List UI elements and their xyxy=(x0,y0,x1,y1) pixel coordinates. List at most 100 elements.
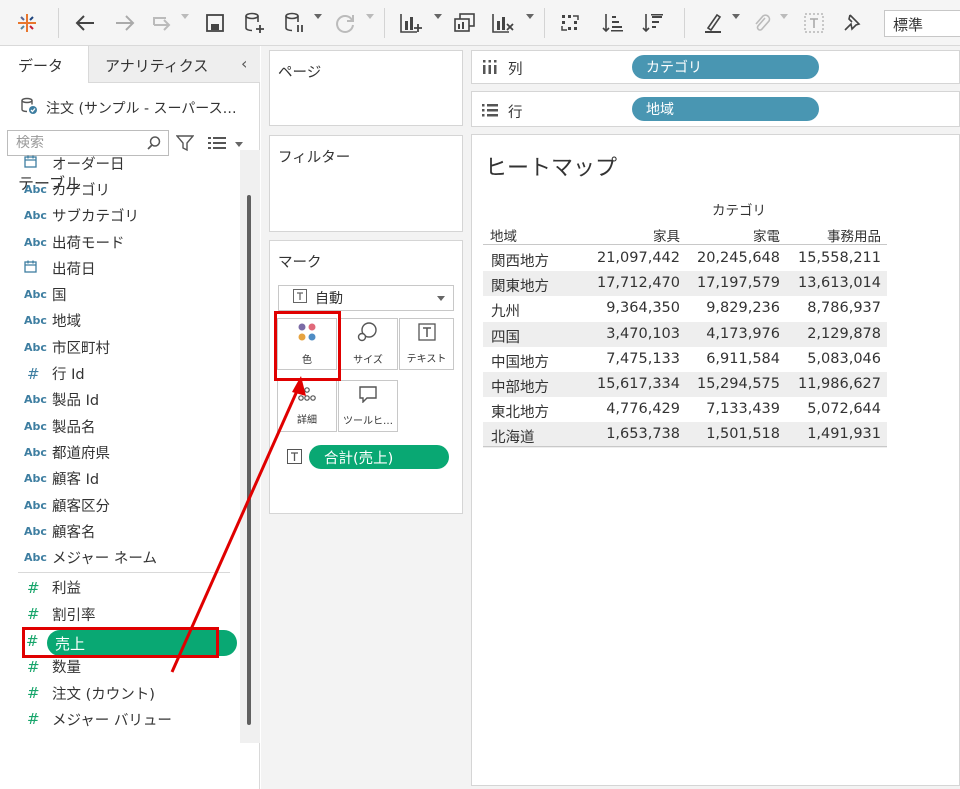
filters-card[interactable]: フィルター xyxy=(269,135,463,232)
fix-axes-pin-icon[interactable] xyxy=(838,8,866,38)
field-item[interactable]: Abc 市区町村 xyxy=(0,334,240,360)
category-pill[interactable]: カテゴリ xyxy=(632,55,819,79)
field-item[interactable]: Abc メジャー ネーム xyxy=(0,544,240,570)
value-cell[interactable]: 6,911,584 xyxy=(680,351,780,367)
value-cell[interactable]: 11,986,627 xyxy=(781,376,881,392)
undo-icon[interactable] xyxy=(70,8,100,38)
table-row[interactable]: 四国 3,470,103 4,173,976 2,129,878 xyxy=(483,321,887,347)
mark-type-select[interactable]: 自動 xyxy=(278,285,454,311)
view-dropdown-icon[interactable] xyxy=(235,142,243,147)
value-cell[interactable]: 4,173,976 xyxy=(680,326,780,342)
header-furniture[interactable]: 家具 xyxy=(600,225,680,245)
value-cell[interactable]: 7,133,439 xyxy=(680,401,780,417)
field-item[interactable]: オーダー日 xyxy=(0,150,240,176)
table-row[interactable]: 九州 9,364,350 9,829,236 8,786,937 xyxy=(483,296,887,321)
refresh-icon[interactable] xyxy=(330,8,360,38)
detail-button[interactable]: 詳細 xyxy=(277,380,337,432)
value-cell[interactable]: 1,491,931 xyxy=(781,426,881,442)
value-cell[interactable]: 9,829,236 xyxy=(680,300,780,316)
value-cell[interactable]: 17,712,470 xyxy=(580,275,680,291)
tableau-logo-icon[interactable] xyxy=(12,8,42,38)
category-column-header[interactable]: カテゴリ xyxy=(712,199,766,219)
tooltip-button[interactable]: ツールヒ… xyxy=(338,380,398,432)
save-icon[interactable] xyxy=(200,8,230,38)
value-cell[interactable]: 9,364,350 xyxy=(580,300,680,316)
table-row[interactable]: 関東地方 17,712,470 17,197,579 13,613,014 xyxy=(483,271,887,297)
redo-icon[interactable] xyxy=(110,8,140,38)
value-cell[interactable]: 1,653,738 xyxy=(580,426,680,442)
new-worksheet-icon[interactable] xyxy=(396,8,426,38)
field-item[interactable]: 出荷日 xyxy=(0,255,240,281)
sort-ascending-icon[interactable] xyxy=(598,8,628,38)
field-item[interactable]: # 割引率 xyxy=(0,601,240,627)
duplicate-sheet-icon[interactable] xyxy=(450,8,480,38)
header-office-supplies[interactable]: 事務用品 xyxy=(801,225,881,245)
columns-shelf[interactable]: 列 カテゴリ xyxy=(471,50,960,84)
highlight-icon[interactable] xyxy=(698,8,728,38)
field-item[interactable]: Abc 出荷モード xyxy=(0,229,240,255)
value-cell[interactable]: 20,245,648 xyxy=(680,250,780,266)
field-item[interactable]: Abc 製品 Id xyxy=(0,387,240,413)
table-row[interactable]: 関西地方 21,097,442 20,245,648 15,558,211 xyxy=(483,246,887,271)
table-row[interactable]: 中国地方 7,475,133 6,911,584 5,083,046 xyxy=(483,347,887,372)
search-input[interactable] xyxy=(16,135,140,151)
region-cell[interactable]: 四国 xyxy=(491,326,520,347)
region-cell[interactable]: 東北地方 xyxy=(491,401,549,422)
label-button[interactable]: テキスト xyxy=(399,318,454,370)
show-mark-labels-icon[interactable] xyxy=(800,8,828,38)
value-cell[interactable]: 1,501,518 xyxy=(680,426,780,442)
rows-shelf[interactable]: 行 地域 xyxy=(471,91,960,127)
swap-rows-columns-icon[interactable] xyxy=(556,8,586,38)
field-item[interactable]: Abc 顧客 Id xyxy=(0,466,240,492)
value-cell[interactable]: 3,470,103 xyxy=(580,326,680,342)
sort-descending-icon[interactable] xyxy=(638,8,668,38)
table-row[interactable]: 北海道 1,653,738 1,501,518 1,491,931 xyxy=(483,422,887,448)
collapse-pane-icon[interactable]: ‹ xyxy=(241,54,247,73)
field-item[interactable]: Abc 顧客名 xyxy=(0,518,240,544)
new-datasource-icon[interactable] xyxy=(240,8,270,38)
value-cell[interactable]: 5,072,644 xyxy=(781,401,881,417)
region-cell[interactable]: 関東地方 xyxy=(491,275,549,296)
field-item[interactable]: Abc 国 xyxy=(0,281,240,307)
field-item[interactable]: Abc 地域 xyxy=(0,308,240,334)
value-cell[interactable]: 8,786,937 xyxy=(781,300,881,316)
datasource-item[interactable]: 注文 (サンプル - スーパース… xyxy=(0,83,260,123)
region-cell[interactable]: 北海道 xyxy=(491,426,535,447)
value-cell[interactable]: 4,776,429 xyxy=(580,401,680,417)
scrollbar-thumb[interactable] xyxy=(247,195,251,725)
tab-data[interactable]: データ xyxy=(0,46,88,83)
value-cell[interactable]: 7,475,133 xyxy=(580,351,680,367)
field-item[interactable]: Abc 顧客区分 xyxy=(0,492,240,518)
value-cell[interactable]: 13,613,014 xyxy=(781,275,881,291)
field-item[interactable]: # 注文 (カウント) xyxy=(0,680,240,706)
clear-sheet-icon[interactable] xyxy=(488,8,518,38)
field-item[interactable]: Abc 製品名 xyxy=(0,413,240,439)
region-cell[interactable]: 中部地方 xyxy=(491,376,549,397)
value-cell[interactable]: 15,294,575 xyxy=(680,376,780,392)
pause-updates-icon[interactable] xyxy=(280,8,310,38)
value-cell[interactable]: 15,617,334 xyxy=(580,376,680,392)
tab-analytics[interactable]: アナリティクス xyxy=(88,46,260,83)
field-item[interactable]: Abc サブカテゴリ xyxy=(0,203,240,229)
region-cell[interactable]: 中国地方 xyxy=(491,351,549,372)
header-appliances[interactable]: 家電 xyxy=(700,225,780,245)
field-item[interactable]: # 行 Id xyxy=(0,360,240,386)
field-item[interactable]: # 利益 xyxy=(0,575,240,601)
sheet-title[interactable]: ヒートマップ xyxy=(485,150,617,182)
region-cell[interactable]: 九州 xyxy=(491,300,520,321)
field-item[interactable]: # メジャー バリュー xyxy=(0,706,240,732)
region-row-header[interactable]: 地域 xyxy=(490,225,517,245)
group-members-icon[interactable] xyxy=(748,8,776,38)
table-row[interactable]: 中部地方 15,617,334 15,294,575 11,986,627 xyxy=(483,372,887,398)
region-pill[interactable]: 地域 xyxy=(632,97,819,121)
field-item[interactable]: Abc カテゴリ xyxy=(0,176,240,202)
sum-sales-pill[interactable]: 合計(売上) xyxy=(309,445,449,469)
field-item[interactable]: Abc 都道府県 xyxy=(0,439,240,465)
size-button[interactable]: サイズ xyxy=(338,318,398,370)
replay-animation-icon[interactable] xyxy=(148,8,178,38)
value-cell[interactable]: 2,129,878 xyxy=(781,326,881,342)
fit-dropdown[interactable]: 標準 xyxy=(884,10,960,37)
value-cell[interactable]: 21,097,442 xyxy=(580,250,680,266)
value-cell[interactable]: 5,083,046 xyxy=(781,351,881,367)
region-cell[interactable]: 関西地方 xyxy=(491,250,549,271)
